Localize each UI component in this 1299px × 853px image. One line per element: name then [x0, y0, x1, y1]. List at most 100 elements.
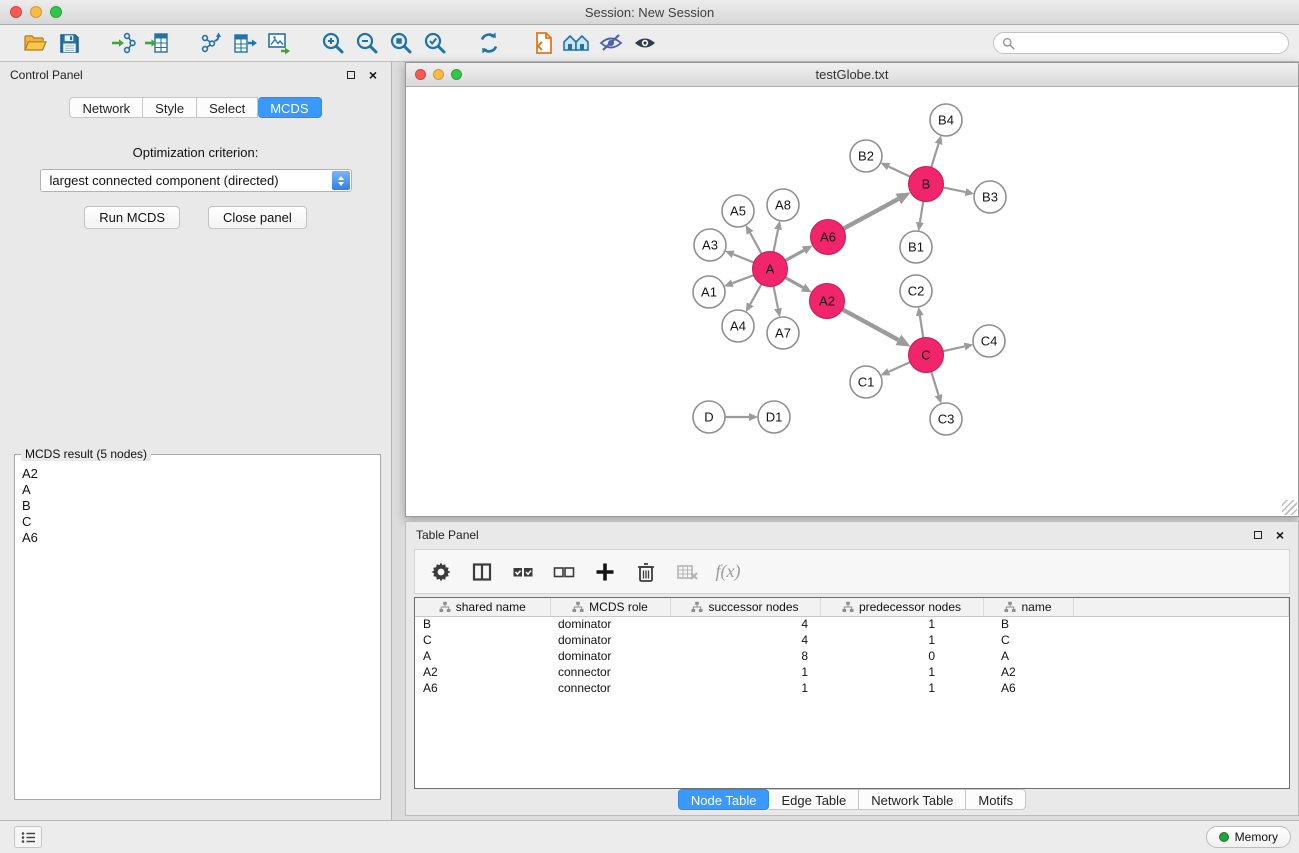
table-cell[interactable]: 4	[670, 632, 820, 648]
table-cell[interactable]: 4	[670, 616, 820, 632]
table-cell[interactable]: 8	[670, 648, 820, 664]
network-node-A6[interactable]: A6	[811, 220, 846, 255]
network-edge-A-A1[interactable]	[732, 275, 753, 283]
minimize-network-button[interactable]	[433, 69, 444, 80]
table-cell[interactable]: connector	[550, 680, 670, 696]
table-cell[interactable]: 1	[820, 616, 983, 632]
mcds-result-item[interactable]: B	[17, 498, 378, 514]
table-tab-edge-table[interactable]: Edge Table	[769, 789, 859, 810]
import-network-button[interactable]	[106, 27, 140, 59]
network-node-B2[interactable]: B2	[850, 140, 882, 172]
show-columns-button[interactable]	[468, 558, 496, 586]
network-edge-B-B3[interactable]	[943, 187, 965, 192]
tab-select[interactable]: Select	[197, 97, 258, 118]
table-cell[interactable]: connector	[550, 664, 670, 680]
column-header-shared-name[interactable]: shared name	[415, 598, 550, 616]
close-window-button[interactable]	[10, 6, 22, 18]
network-edge-A2-C[interactable]	[842, 309, 898, 340]
mcds-result-item[interactable]: C	[17, 514, 378, 530]
zoom-in-button[interactable]	[316, 27, 350, 59]
table-cell[interactable]: C	[415, 632, 550, 648]
network-node-A4[interactable]: A4	[722, 310, 754, 342]
float-table-panel-button[interactable]	[1250, 527, 1266, 543]
search-input[interactable]	[1020, 36, 1280, 50]
table-cell[interactable]: 1	[820, 680, 983, 696]
open-session-button[interactable]	[18, 27, 52, 59]
column-header-successor-nodes[interactable]: successor nodes	[670, 598, 820, 616]
tab-mcds[interactable]: MCDS	[258, 97, 321, 118]
network-edge-A-A4[interactable]	[750, 284, 761, 304]
table-row[interactable]: Cdominator41C	[415, 632, 1289, 648]
float-panel-button[interactable]	[343, 67, 359, 83]
network-node-C3[interactable]: C3	[930, 403, 962, 435]
refresh-layout-button[interactable]	[472, 27, 506, 59]
delete-column-button[interactable]	[632, 558, 660, 586]
table-cell[interactable]: 1	[820, 632, 983, 648]
tab-network[interactable]: Network	[69, 97, 143, 118]
network-node-D1[interactable]: D1	[758, 401, 790, 433]
export-image-button[interactable]	[262, 27, 296, 59]
zoom-out-button[interactable]	[350, 27, 384, 59]
hide-details-button[interactable]	[594, 27, 628, 59]
zoom-window-button[interactable]	[50, 6, 62, 18]
first-neighbors-button[interactable]	[560, 27, 594, 59]
close-network-button[interactable]	[415, 69, 426, 80]
table-cell[interactable]: A2	[983, 664, 1073, 680]
table-tab-node-table[interactable]: Node Table	[678, 789, 770, 810]
close-panel-button[interactable]: ×	[365, 67, 381, 83]
network-node-A1[interactable]: A1	[693, 276, 725, 308]
table-cell[interactable]: 1	[820, 664, 983, 680]
column-header-mcds-role[interactable]: MCDS role	[550, 598, 670, 616]
mcds-result-item[interactable]: A6	[17, 530, 378, 546]
network-node-A5[interactable]: A5	[722, 195, 754, 227]
network-edge-A-A3[interactable]	[733, 254, 754, 262]
table-cell[interactable]: A6	[983, 680, 1073, 696]
table-cell[interactable]: A2	[415, 664, 550, 680]
tab-style[interactable]: Style	[143, 97, 197, 118]
combo-stepper[interactable]	[332, 171, 350, 190]
network-edge-C-C2[interactable]	[920, 316, 923, 338]
column-header-name[interactable]: name	[983, 598, 1073, 616]
network-node-C[interactable]: C	[909, 338, 944, 373]
table-row[interactable]: Adominator80A	[415, 648, 1289, 664]
table-settings-button[interactable]	[427, 558, 455, 586]
network-node-C4[interactable]: C4	[973, 325, 1005, 357]
table-row[interactable]: A6connector11A6	[415, 680, 1289, 696]
network-edge-C-C4[interactable]	[943, 346, 965, 351]
mcds-result-item[interactable]: A	[17, 482, 378, 498]
table-cell[interactable]: 0	[820, 648, 983, 664]
network-edge-B-B1[interactable]	[920, 201, 923, 222]
network-edge-C-C3[interactable]	[931, 372, 938, 395]
save-session-button[interactable]	[52, 27, 86, 59]
network-node-B1[interactable]: B1	[900, 231, 932, 263]
network-edge-A-A5[interactable]	[750, 233, 761, 254]
table-cell[interactable]: A	[983, 648, 1073, 664]
zoom-fit-button[interactable]	[384, 27, 418, 59]
document-tool-button[interactable]	[526, 27, 560, 59]
network-node-C2[interactable]: C2	[900, 275, 932, 307]
mcds-result-item[interactable]: A2	[17, 466, 378, 482]
network-edge-A-A7[interactable]	[773, 286, 778, 308]
table-cell[interactable]: B	[415, 616, 550, 632]
table-cell[interactable]: dominator	[550, 632, 670, 648]
table-row[interactable]: Bdominator41B	[415, 616, 1289, 632]
table-cell[interactable]: C	[983, 632, 1073, 648]
network-node-C1[interactable]: C1	[850, 366, 882, 398]
table-cell[interactable]: A	[415, 648, 550, 664]
network-node-A2[interactable]: A2	[810, 284, 845, 319]
network-node-B3[interactable]: B3	[974, 181, 1006, 213]
network-edge-C-C1[interactable]	[889, 362, 910, 372]
table-tab-motifs[interactable]: Motifs	[966, 789, 1026, 810]
table-row[interactable]: A2connector11A2	[415, 664, 1289, 680]
zoom-network-button[interactable]	[451, 69, 462, 80]
network-edge-A-A6[interactable]	[785, 250, 804, 260]
column-header-predecessor-nodes[interactable]: predecessor nodes	[820, 598, 983, 616]
run-mcds-button[interactable]: Run MCDS	[84, 206, 180, 229]
table-cell[interactable]: dominator	[550, 648, 670, 664]
network-node-B4[interactable]: B4	[930, 104, 962, 136]
network-node-A7[interactable]: A7	[767, 317, 799, 349]
network-node-A8[interactable]: A8	[767, 189, 799, 221]
show-panels-button[interactable]	[14, 826, 42, 848]
close-table-panel-button[interactable]: ×	[1272, 527, 1288, 543]
network-canvas[interactable]: B4B2BB3A5A8A6A3B1AA1C2A2A4A7C4CC1C3DD1	[407, 88, 1297, 515]
